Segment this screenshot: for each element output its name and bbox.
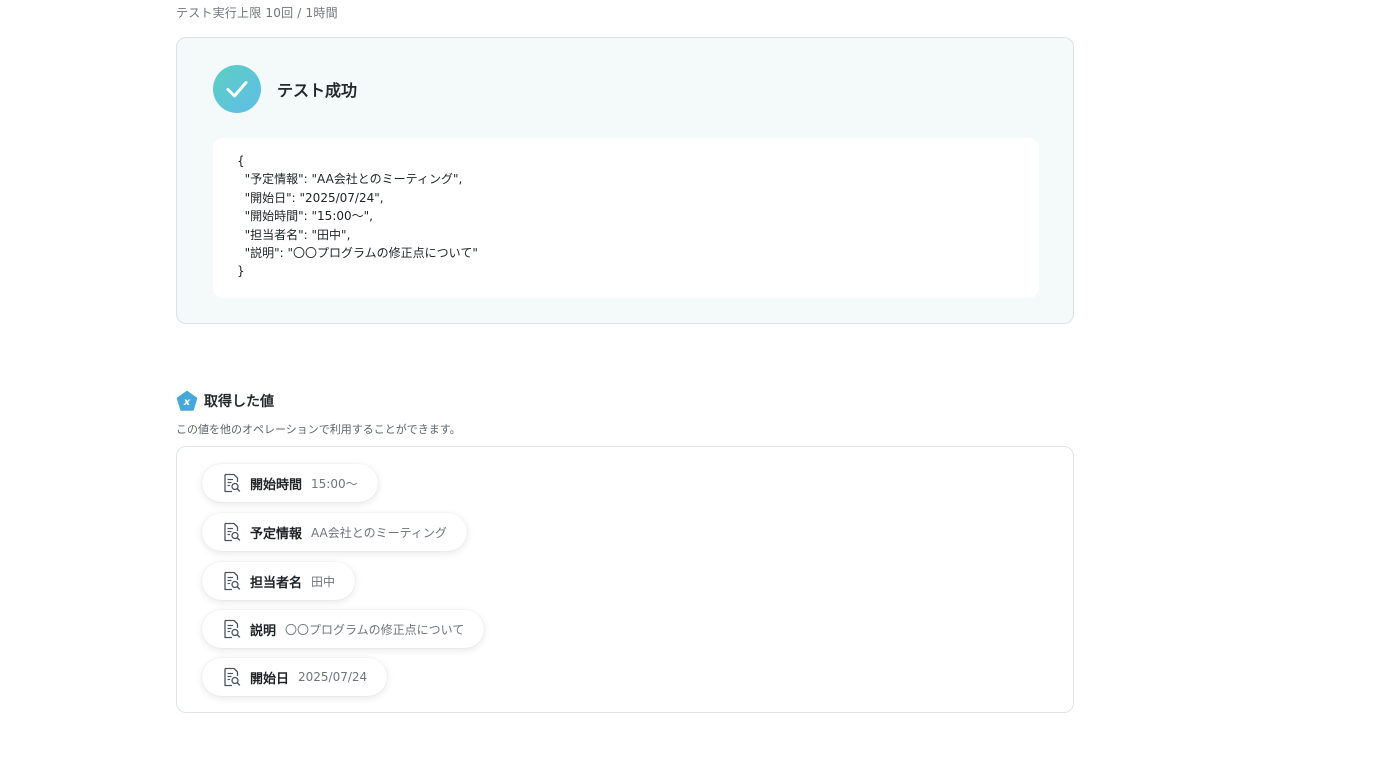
value-chip-key: 説明 bbox=[250, 623, 277, 639]
document-search-icon bbox=[224, 522, 241, 542]
json-line: "予定情報": "AA会社とのミーティング", bbox=[237, 172, 463, 187]
json-line: "担当者名": "田中", bbox=[237, 227, 351, 242]
test-limit-note: テスト実行上限 10回 / 1時間 bbox=[176, 6, 338, 20]
value-chip-start-date[interactable]: 開始日 2025/07/24 bbox=[202, 658, 388, 696]
success-title: テスト成功 bbox=[277, 81, 358, 100]
value-chip-key: 予定情報 bbox=[250, 526, 303, 542]
document-search-icon bbox=[224, 571, 241, 591]
value-chip-event-info[interactable]: 予定情報 AA会社とのミーティング bbox=[202, 513, 467, 551]
json-line: "開始時間": "15:00〜", bbox=[237, 209, 373, 224]
values-section-title: 取得した値 bbox=[204, 394, 274, 410]
values-section-header: x 取得した値 bbox=[176, 390, 274, 412]
json-output: { "予定情報": "AA会社とのミーティング", "開始日": "2025/0… bbox=[213, 138, 1039, 298]
json-line: "説明": "〇〇プログラムの修正点について" bbox=[237, 246, 478, 261]
json-line: { bbox=[237, 154, 245, 168]
variable-icon-letter: x bbox=[183, 397, 191, 408]
value-chip-value: 〇〇プログラムの修正点について bbox=[285, 622, 465, 637]
value-chip-key: 担当者名 bbox=[250, 575, 303, 591]
value-chip-description[interactable]: 説明 〇〇プログラムの修正点について bbox=[202, 610, 485, 648]
success-header: テスト成功 bbox=[213, 65, 357, 113]
value-chip-value: 15:00〜 bbox=[311, 476, 358, 491]
json-line: } bbox=[237, 264, 245, 279]
value-chip-value: 2025/07/24 bbox=[298, 670, 368, 684]
value-chip-value: AA会社とのミーティング bbox=[311, 525, 447, 540]
document-search-icon bbox=[224, 667, 241, 687]
value-chip-key: 開始日 bbox=[250, 671, 290, 687]
values-section-description: この値を他のオペレーションで利用することができます。 bbox=[176, 423, 461, 436]
value-chip-value: 田中 bbox=[311, 574, 336, 589]
test-success-panel: テスト成功 { "予定情報": "AA会社とのミーティング", "開始日": "… bbox=[176, 37, 1074, 324]
document-search-icon bbox=[224, 619, 241, 639]
values-panel: 開始時間 15:00〜 予定情報 AA会社とのミーティング 担当者名 田中 説明… bbox=[176, 446, 1074, 713]
value-chip-key: 開始時間 bbox=[250, 477, 303, 493]
page: テスト実行上限 10回 / 1時間 テスト成功 { "予定情報": "AA会社と… bbox=[0, 0, 1400, 764]
value-chip-start-time[interactable]: 開始時間 15:00〜 bbox=[202, 464, 378, 502]
check-icon bbox=[213, 65, 261, 113]
value-chip-person[interactable]: 担当者名 田中 bbox=[202, 562, 356, 600]
json-line: "開始日": "2025/07/24", bbox=[237, 190, 384, 205]
variable-pentagon-icon: x bbox=[176, 390, 198, 411]
document-search-icon bbox=[224, 473, 241, 493]
